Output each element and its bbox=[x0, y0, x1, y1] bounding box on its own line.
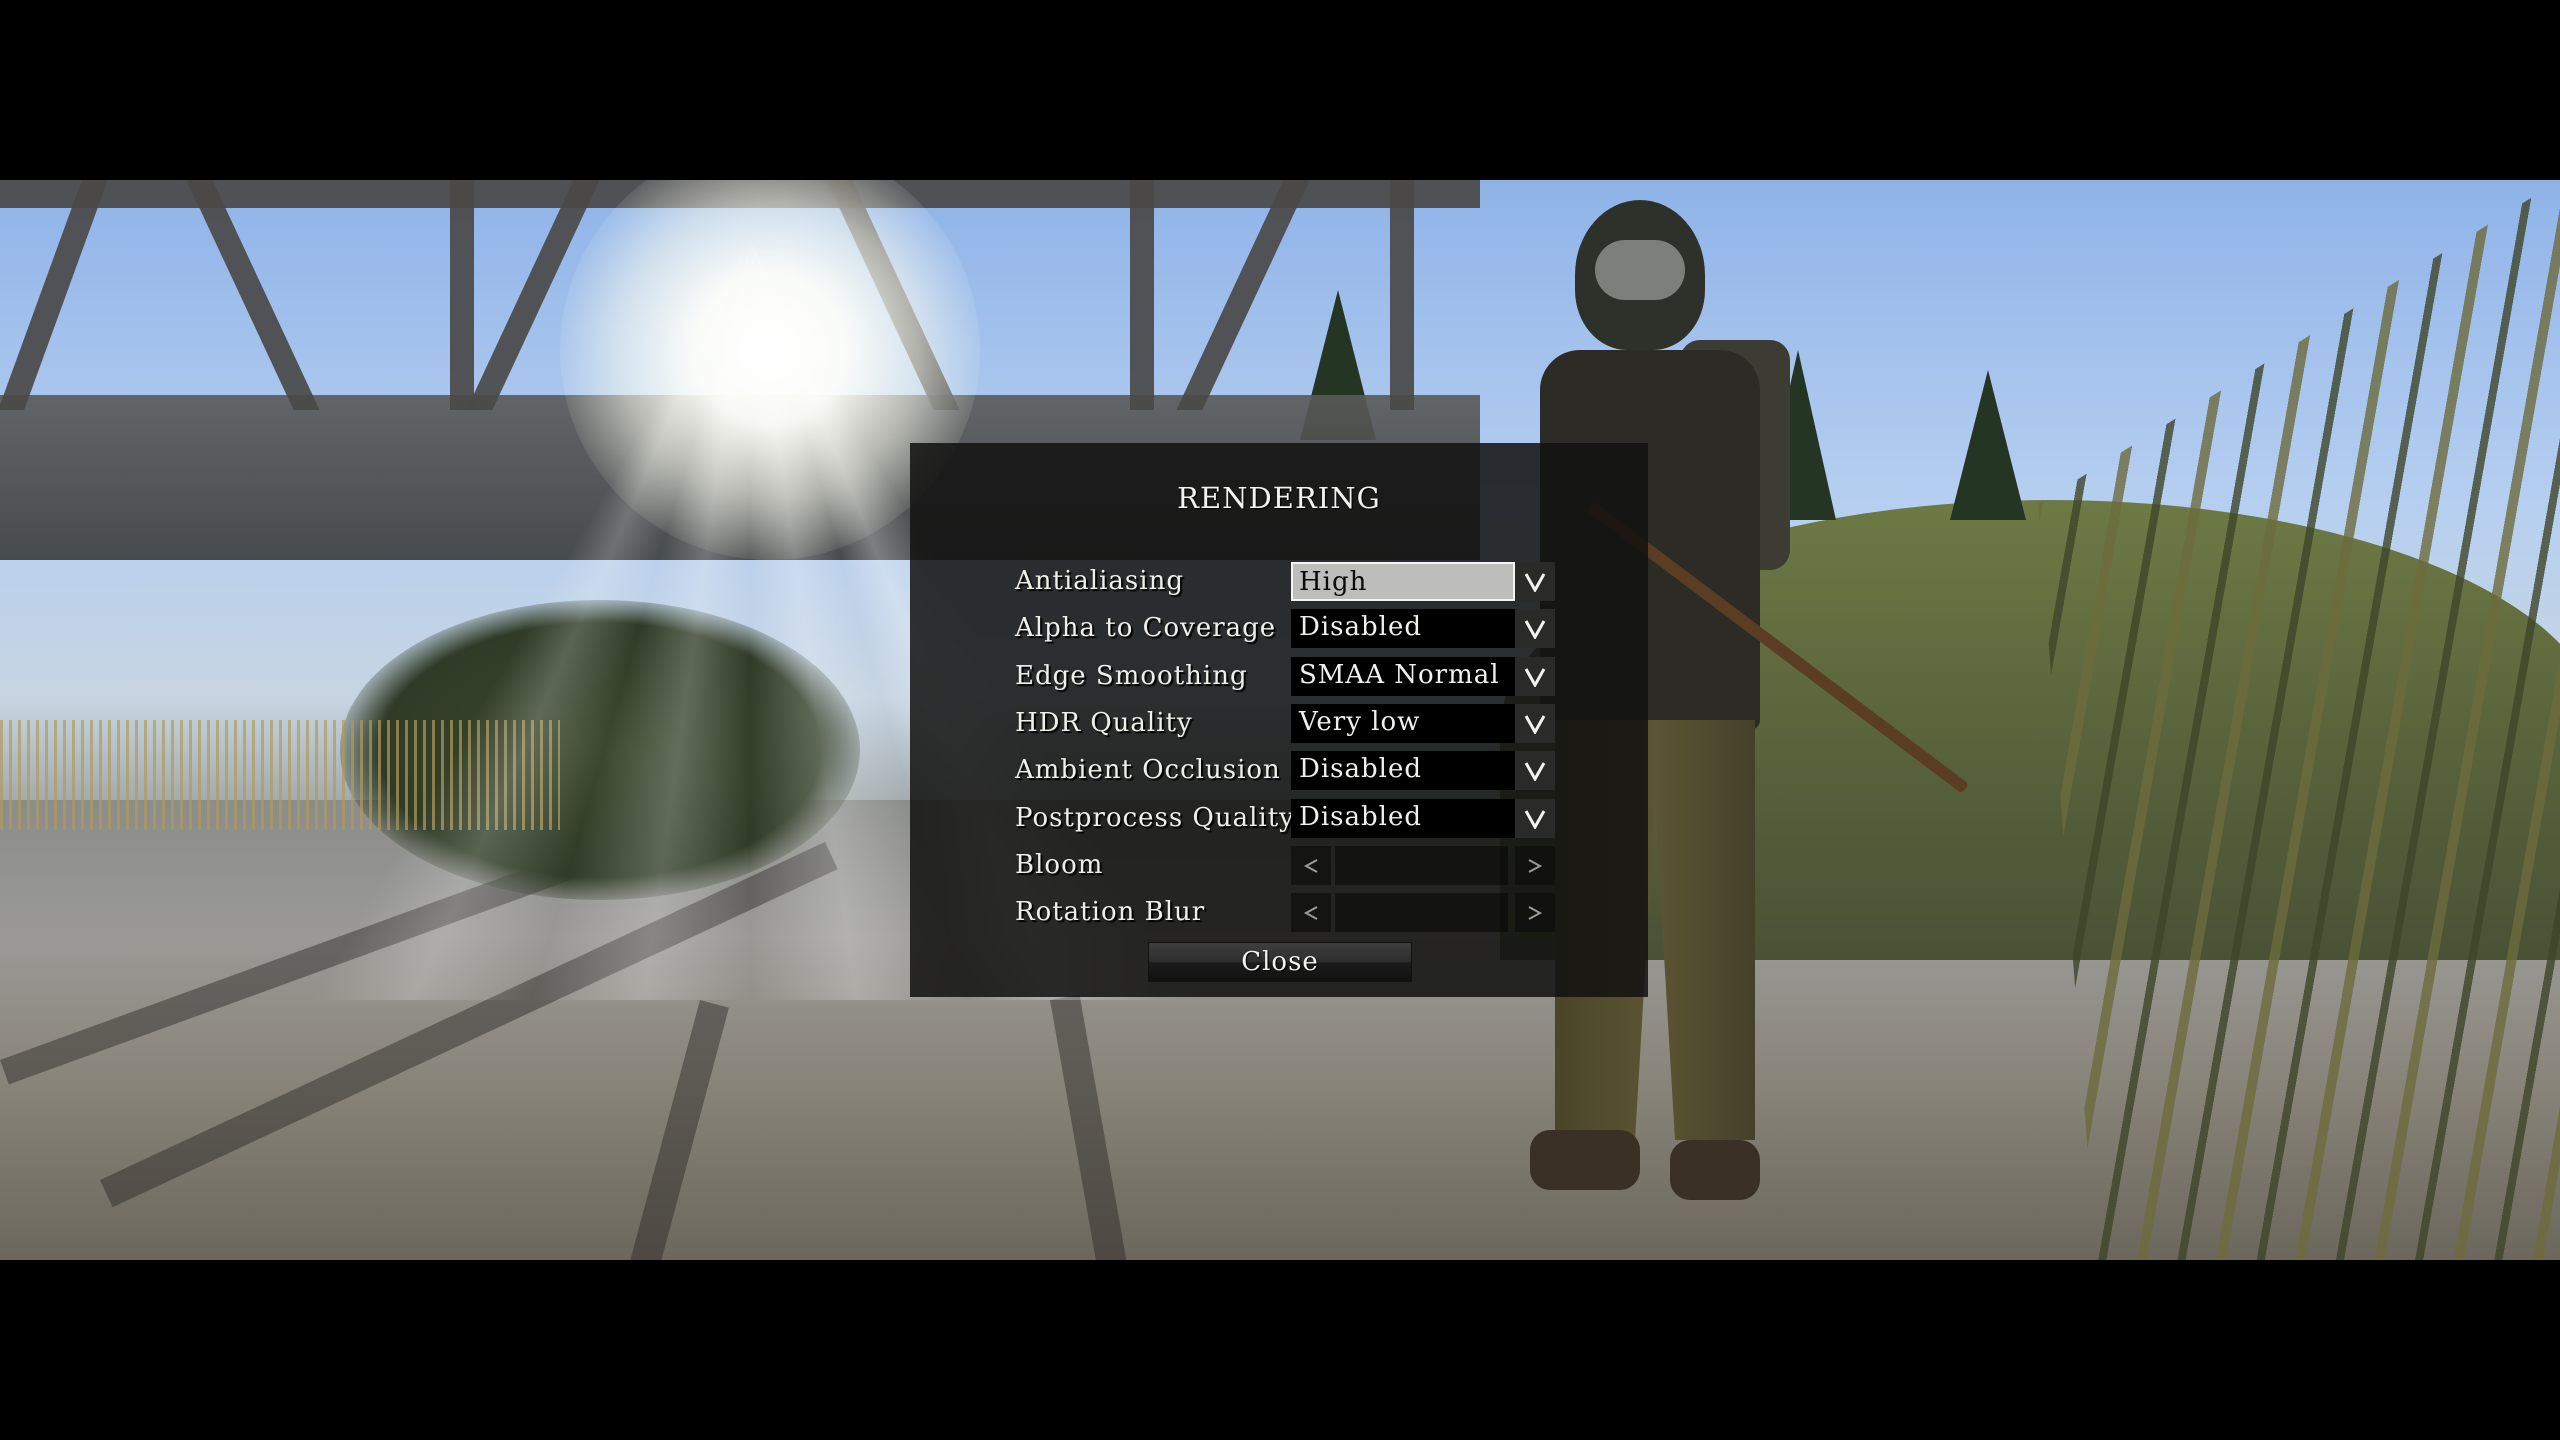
setting-row-rotation-blur: Rotation Blur bbox=[910, 893, 1648, 933]
dropdown-value: Disabled bbox=[1299, 612, 1422, 643]
setting-label: Rotation Blur bbox=[1015, 897, 1206, 928]
boot bbox=[1530, 1130, 1640, 1190]
dropdown-toggle-button[interactable] bbox=[1515, 609, 1555, 649]
rotation-blur-slider[interactable] bbox=[1335, 893, 1508, 933]
letterbox-bottom bbox=[0, 1260, 2560, 1440]
setting-row-postprocess-quality: Postprocess Quality Disabled bbox=[910, 798, 1648, 838]
bloom-decrease-button[interactable] bbox=[1291, 845, 1331, 885]
bridge-truss bbox=[0, 180, 108, 410]
setting-row-bloom: Bloom bbox=[910, 845, 1648, 885]
setting-label: Postprocess Quality bbox=[1015, 802, 1295, 833]
dialog-title: RENDERING bbox=[1177, 481, 1381, 515]
postprocess-quality-dropdown[interactable]: Disabled bbox=[1291, 798, 1515, 838]
dropdown-toggle-button[interactable] bbox=[1515, 703, 1555, 743]
bloom-increase-button[interactable] bbox=[1515, 845, 1555, 885]
dropdown-toggle-button[interactable] bbox=[1515, 656, 1555, 696]
setting-label: Antialiasing bbox=[1015, 566, 1184, 596]
antialiasing-dropdown[interactable]: High bbox=[1291, 562, 1515, 601]
setting-label: Edge Smoothing bbox=[1015, 660, 1248, 691]
dropdown-toggle-button[interactable] bbox=[1515, 562, 1555, 601]
setting-row-edge-smoothing: Edge Smoothing SMAA Normal bbox=[910, 656, 1648, 696]
hdr-quality-dropdown[interactable]: Very low bbox=[1291, 703, 1515, 743]
gas-mask bbox=[1595, 240, 1685, 300]
setting-row-alpha-to-coverage: Alpha to Coverage Disabled bbox=[910, 609, 1648, 649]
rotation-blur-decrease-button[interactable] bbox=[1291, 893, 1331, 933]
bridge-truss bbox=[1390, 180, 1414, 410]
setting-row-antialiasing: Antialiasing High bbox=[910, 562, 1648, 601]
dropdown-value: Disabled bbox=[1299, 801, 1422, 832]
dropdown-value: High bbox=[1299, 567, 1368, 597]
alpha-to-coverage-dropdown[interactable]: Disabled bbox=[1291, 609, 1515, 649]
setting-row-ambient-occlusion: Ambient Occlusion Disabled bbox=[910, 751, 1648, 791]
rotation-blur-increase-button[interactable] bbox=[1515, 893, 1555, 933]
close-button[interactable]: Close bbox=[1148, 942, 1412, 982]
setting-row-hdr-quality: HDR Quality Very low bbox=[910, 703, 1648, 743]
setting-label: Ambient Occlusion bbox=[1015, 755, 1281, 786]
ambient-occlusion-dropdown[interactable]: Disabled bbox=[1291, 751, 1515, 791]
edge-smoothing-dropdown[interactable]: SMAA Normal bbox=[1291, 656, 1515, 696]
setting-label: Bloom bbox=[1015, 849, 1104, 880]
setting-label: HDR Quality bbox=[1015, 707, 1193, 738]
bloom-slider[interactable] bbox=[1335, 845, 1508, 885]
pine-tree bbox=[1950, 370, 2026, 520]
letterbox-top bbox=[0, 0, 2560, 180]
boot bbox=[1670, 1140, 1760, 1200]
dropdown-value: Very low bbox=[1299, 706, 1421, 737]
dropdown-value: Disabled bbox=[1299, 754, 1422, 785]
dropdown-toggle-button[interactable] bbox=[1515, 798, 1555, 838]
rendering-settings-dialog: RENDERING Antialiasing High Alpha to Cover… bbox=[910, 443, 1648, 997]
dropdown-value: SMAA Normal bbox=[1299, 659, 1500, 690]
dropdown-toggle-button[interactable] bbox=[1515, 751, 1555, 791]
setting-label: Alpha to Coverage bbox=[1015, 613, 1277, 644]
